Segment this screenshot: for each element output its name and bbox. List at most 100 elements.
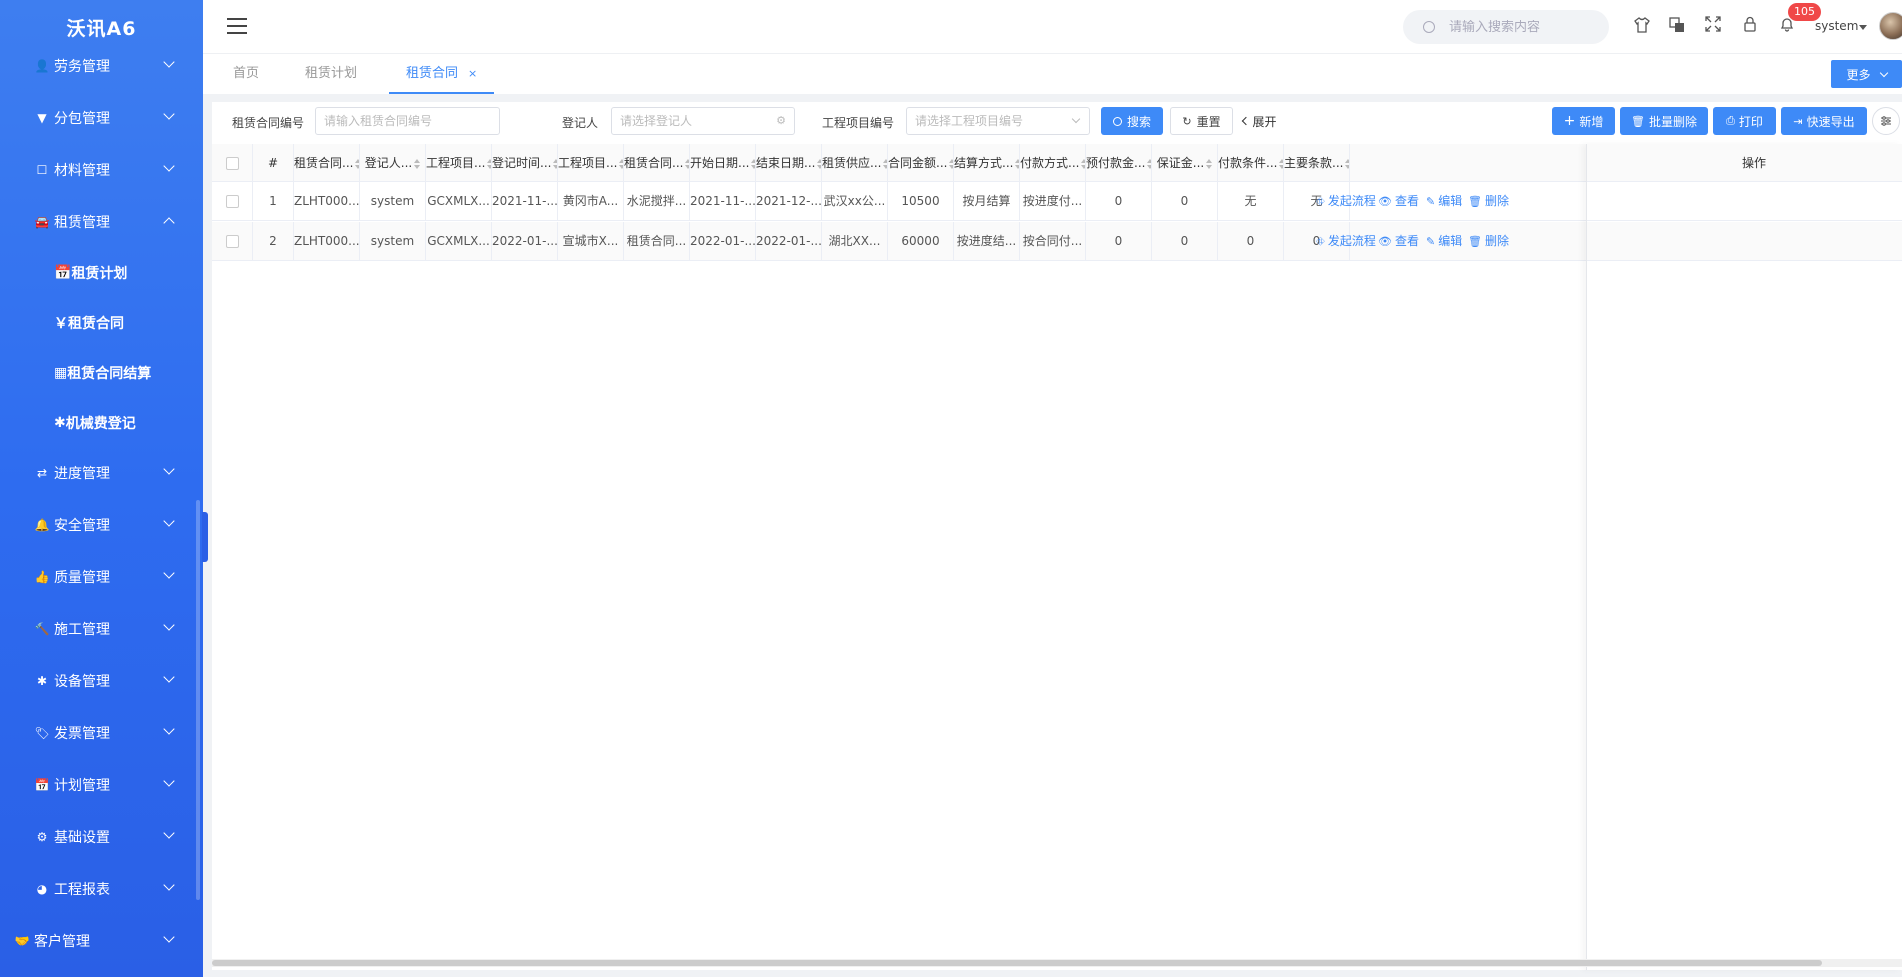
submenu-item-3[interactable]: ✱ 机械费登记 <box>0 403 203 443</box>
shirt-icon[interactable] <box>1632 16 1652 36</box>
sidebar-item-label: 计划管理 <box>54 778 110 794</box>
table-cell: ZLHT000... <box>294 222 360 261</box>
tab-lease-contract[interactable]: 租赁合同 × <box>389 54 495 94</box>
column-header-2[interactable]: 登记人... <box>360 144 426 182</box>
sidebar-item-4[interactable]: ⇄ 进度管理 <box>0 453 203 493</box>
reset-button[interactable]: ↻ 重置 <box>1170 107 1233 135</box>
chevron-down-icon <box>163 515 175 527</box>
row-checkbox[interactable] <box>225 195 239 208</box>
table-cell: 2021-12-... <box>756 182 822 221</box>
sidebar-item-13[interactable]: 🤝 客户管理 <box>0 921 203 961</box>
sidebar-item-1[interactable]: ▼ 分包管理 <box>0 98 203 138</box>
sort-icon[interactable] <box>1206 158 1213 169</box>
row-action-2[interactable]: ✎ 编辑 <box>1426 182 1462 221</box>
project-no-select[interactable] <box>906 107 1090 135</box>
global-search-input[interactable] <box>1449 19 1599 35</box>
sidebar-item-2[interactable]: ☐ 材料管理 <box>0 150 203 190</box>
table-cell: 湖北XX... <box>822 222 888 261</box>
column-header-15[interactable]: 付款条件... <box>1218 144 1284 182</box>
sidebar-item-12[interactable]: ◕ 工程报表 <box>0 869 203 909</box>
registrant-select[interactable]: ⚙ <box>611 107 795 135</box>
print-button[interactable]: ⎙ 打印 <box>1713 107 1776 135</box>
row-action-3[interactable]: 🗑 删除 <box>1468 182 1509 221</box>
sort-icon[interactable] <box>414 158 421 169</box>
horizontal-scrollbar[interactable] <box>212 959 1902 967</box>
column-header-label: 付款条件... <box>1218 156 1278 170</box>
table-cell: 2021-11-... <box>492 182 558 221</box>
sidebar-collapse-handle[interactable] <box>202 512 208 562</box>
expand-button-label: 展开 <box>1252 114 1277 129</box>
sidebar-item-9[interactable]: 🏷 发票管理 <box>0 713 203 753</box>
calendar-plus-icon: 📅 <box>54 265 72 281</box>
sidebar-item-3[interactable]: 🚘 租赁管理 <box>0 202 203 242</box>
row-action-2[interactable]: ✎ 编辑 <box>1426 222 1462 261</box>
table-row[interactable]: 2 ZLHT000... system GCXMLX... 2022-01-... 宣城市… <box>212 222 1902 261</box>
fullscreen-icon[interactable] <box>1703 16 1723 36</box>
column-header-1[interactable]: 租赁合同... <box>294 144 360 182</box>
batch-delete-button[interactable]: 🗑 批量删除 <box>1620 107 1708 135</box>
close-icon[interactable]: × <box>468 67 477 80</box>
table-cell: 黄冈市A... <box>558 182 624 221</box>
sidebar-scrollbar[interactable] <box>196 500 200 900</box>
table-row[interactable]: 1 ZLHT000... system GCXMLX... 2021-11-... 黄冈市… <box>212 182 1902 221</box>
sidebar-item-5[interactable]: 🔔 安全管理 <box>0 505 203 545</box>
contract-no-field[interactable] <box>315 107 500 135</box>
column-header-label: 工程项目... <box>558 156 618 170</box>
more-button[interactable]: 更多 <box>1831 60 1902 88</box>
table-cell: 0 <box>1218 222 1284 261</box>
column-header-9[interactable]: 租赁供应... <box>822 144 888 182</box>
column-header-12[interactable]: 付款方式... <box>1020 144 1086 182</box>
column-header-6[interactable]: 租赁合同... <box>624 144 690 182</box>
eye-icon: 👁 <box>1378 195 1392 208</box>
submenu-item-2[interactable]: ▦ 租赁合同结算 <box>0 353 203 393</box>
translate-icon[interactable] <box>1667 16 1687 36</box>
sidebar-item-7[interactable]: 🔨 施工管理 <box>0 609 203 649</box>
row-action-0[interactable]: ⛗ 发起流程 <box>1316 222 1376 261</box>
sidebar-item-0[interactable]: 👤 劳务管理 <box>0 46 203 86</box>
column-header-10[interactable]: 合同金额... <box>888 144 954 182</box>
caret-down-icon[interactable] <box>1859 25 1867 30</box>
row-checkbox[interactable] <box>225 235 239 248</box>
sidebar-item-label: 质量管理 <box>54 570 110 586</box>
expand-button[interactable]: 展开 <box>1240 107 1280 135</box>
chevron-down-icon <box>163 931 175 943</box>
quick-export-button[interactable]: ⇥ 快速导出 <box>1781 107 1867 135</box>
column-header-13[interactable]: 预付款金... <box>1086 144 1152 182</box>
sidebar-item-6[interactable]: 👍 质量管理 <box>0 557 203 597</box>
project-no-input[interactable] <box>915 114 1055 128</box>
tab-lease-plan[interactable]: 租赁计划 <box>305 54 357 94</box>
column-header-3[interactable]: 工程项目... <box>426 144 492 182</box>
column-header-14[interactable]: 保证金... <box>1152 144 1218 182</box>
tab-home[interactable]: 首页 <box>233 54 259 94</box>
menu-toggle-icon[interactable] <box>227 18 247 34</box>
export-icon: ⇥ <box>1793 114 1803 128</box>
column-header-7[interactable]: 开始日期... <box>690 144 756 182</box>
select-all-checkbox[interactable] <box>225 157 239 170</box>
sidebar-item-11[interactable]: ⚙ 基础设置 <box>0 817 203 857</box>
table-cell: system <box>360 222 426 261</box>
column-header-5[interactable]: 工程项目... <box>558 144 624 182</box>
submenu-item-0[interactable]: 📅 租赁计划 <box>0 253 203 293</box>
avatar[interactable] <box>1879 12 1902 40</box>
add-button[interactable]: + 新增 <box>1552 107 1615 135</box>
submenu-item-label: 租赁计划 <box>71 266 128 282</box>
contract-no-input[interactable] <box>324 114 482 128</box>
row-action-1[interactable]: 👁 查看 <box>1378 222 1419 261</box>
car-icon: 🚘 <box>34 215 50 229</box>
row-action-3[interactable]: 🗑 删除 <box>1468 222 1509 261</box>
submenu-item-1[interactable]: ￥ 租赁合同 <box>0 303 203 343</box>
column-header-11[interactable]: 结算方式... <box>954 144 1020 182</box>
column-header-8[interactable]: 结束日期... <box>756 144 822 182</box>
scrollbar-thumb[interactable] <box>212 960 1822 966</box>
search-button[interactable]: 搜索 <box>1101 107 1163 135</box>
row-action-0[interactable]: ⛗ 发起流程 <box>1316 182 1376 221</box>
lock-icon[interactable] <box>1740 16 1760 36</box>
row-action-1[interactable]: 👁 查看 <box>1378 182 1419 221</box>
column-settings-icon[interactable] <box>1872 107 1900 135</box>
username[interactable]: system <box>1815 19 1858 33</box>
sidebar-item-10[interactable]: 📅 计划管理 <box>0 765 203 805</box>
column-header-4[interactable]: 登记时间... <box>492 144 558 182</box>
registrant-input[interactable] <box>620 114 760 128</box>
sidebar-item-8[interactable]: ✱ 设备管理 <box>0 661 203 701</box>
global-search[interactable] <box>1403 10 1609 44</box>
